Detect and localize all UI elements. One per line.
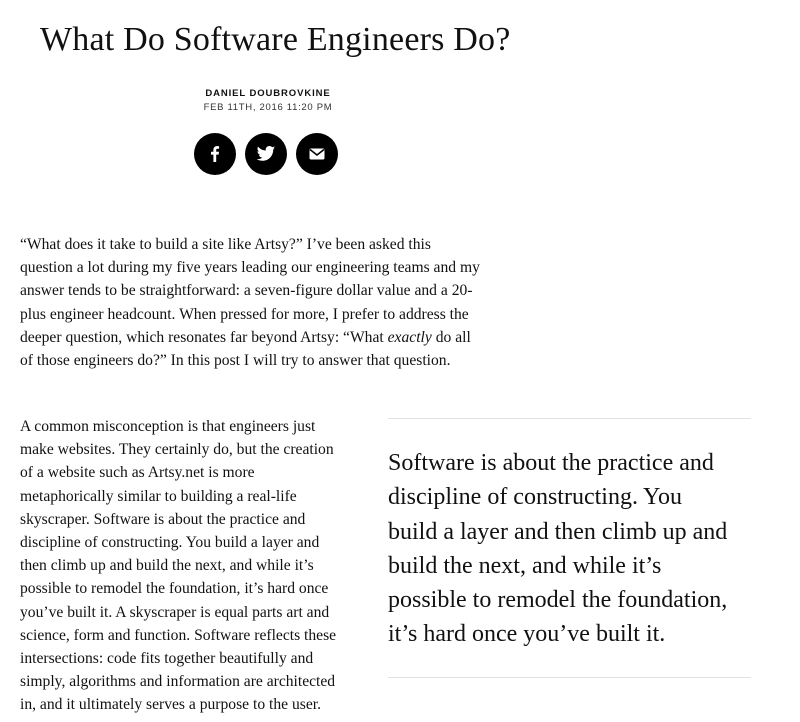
- twitter-icon: [256, 146, 276, 161]
- body-paragraph: A common misconception is that engineers…: [20, 418, 337, 714]
- publish-date: FEB 11TH, 2016 11:20 PM: [203, 102, 333, 113]
- envelope-icon: [309, 148, 325, 160]
- author-name[interactable]: DANIEL DOUBROVKINE: [168, 88, 368, 100]
- intro-paragraph: “What does it take to build a site like …: [20, 233, 520, 372]
- article-title: What Do Software Engineers Do?: [40, 21, 511, 58]
- twitter-share-button[interactable]: [245, 133, 287, 175]
- facebook-share-button[interactable]: [194, 133, 236, 175]
- pullquote-top-divider: [388, 418, 751, 419]
- pullquote-bottom-divider: [388, 677, 751, 678]
- facebook-icon: [211, 146, 220, 162]
- intro-emphasis: exactly: [387, 328, 432, 346]
- share-buttons: [194, 133, 338, 175]
- email-share-button[interactable]: [296, 133, 338, 175]
- pull-quote: Software is about the practice and disci…: [388, 450, 728, 648]
